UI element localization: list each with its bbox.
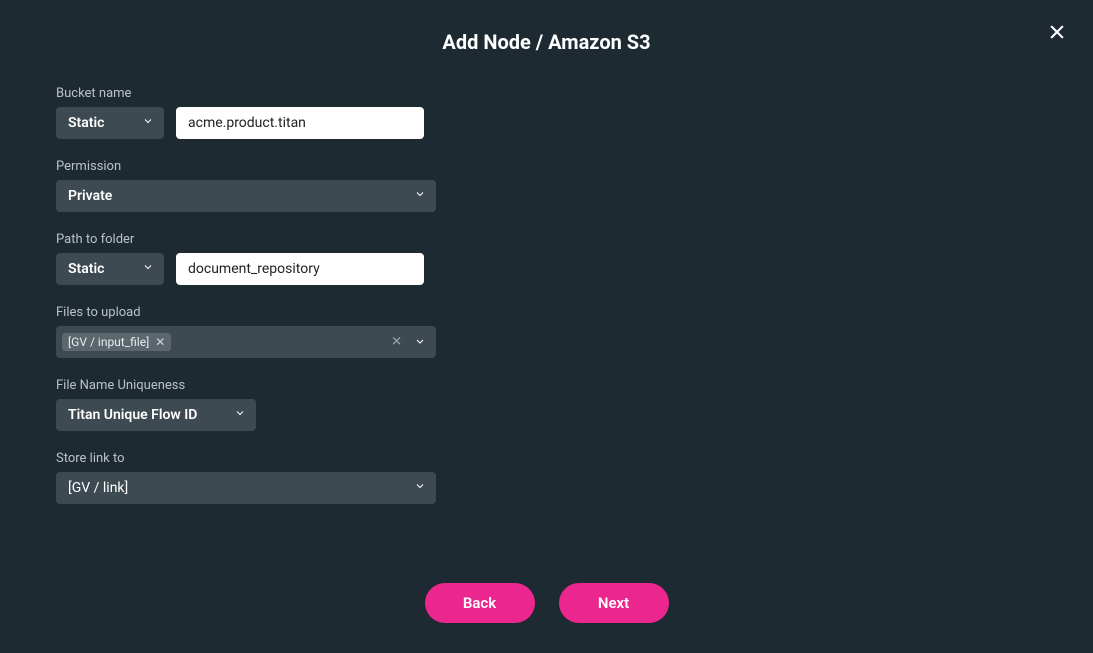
close-icon (1047, 22, 1067, 42)
storelink-value: [GV / link] (68, 480, 128, 496)
chip-remove-icon[interactable]: ✕ (155, 336, 165, 348)
path-mode-select[interactable]: Static (56, 253, 164, 285)
storelink-select[interactable]: [GV / link] (56, 472, 436, 504)
uniqueness-value: Titan Unique Flow ID (68, 407, 197, 423)
field-storelink: Store link to [GV / link] (56, 451, 476, 504)
clear-all-icon[interactable]: ✕ (391, 335, 402, 350)
field-path: Path to folder Static (56, 232, 476, 285)
field-bucket-name: Bucket name Static (56, 86, 476, 139)
modal-title: Add Node / Amazon S3 (56, 30, 1037, 54)
label-bucket-name: Bucket name (56, 86, 476, 101)
label-permission: Permission (56, 159, 476, 174)
close-button[interactable] (1043, 18, 1071, 46)
path-mode-value: Static (68, 261, 104, 277)
bucket-mode-value: Static (68, 115, 104, 131)
bucket-name-input[interactable] (176, 107, 424, 139)
chevron-down-icon (142, 261, 154, 277)
path-input[interactable] (176, 253, 424, 285)
form: Bucket name Static Permission Private Pa… (56, 86, 476, 504)
field-uniqueness: File Name Uniqueness Titan Unique Flow I… (56, 378, 476, 431)
field-files: Files to upload [GV / input_file] ✕ ✕ (56, 305, 476, 358)
chevron-down-icon (142, 115, 154, 131)
label-uniqueness: File Name Uniqueness (56, 378, 476, 393)
footer: Back Next (0, 583, 1093, 623)
permission-value: Private (68, 188, 112, 204)
label-storelink: Store link to (56, 451, 476, 466)
next-button[interactable]: Next (559, 583, 669, 623)
files-multiselect[interactable]: [GV / input_file] ✕ ✕ (56, 326, 436, 358)
chevron-down-icon (414, 333, 426, 352)
chevron-down-icon (414, 188, 426, 204)
chevron-down-icon (414, 480, 426, 496)
field-permission: Permission Private (56, 159, 476, 212)
file-chip: [GV / input_file] ✕ (62, 333, 171, 351)
label-path: Path to folder (56, 232, 476, 247)
label-files: Files to upload (56, 305, 476, 320)
file-chip-label: [GV / input_file] (68, 335, 149, 349)
add-node-modal: Add Node / Amazon S3 Bucket name Static … (0, 0, 1093, 653)
bucket-mode-select[interactable]: Static (56, 107, 164, 139)
chevron-down-icon (234, 407, 246, 423)
back-button[interactable]: Back (425, 583, 535, 623)
permission-select[interactable]: Private (56, 180, 436, 212)
uniqueness-select[interactable]: Titan Unique Flow ID (56, 399, 256, 431)
